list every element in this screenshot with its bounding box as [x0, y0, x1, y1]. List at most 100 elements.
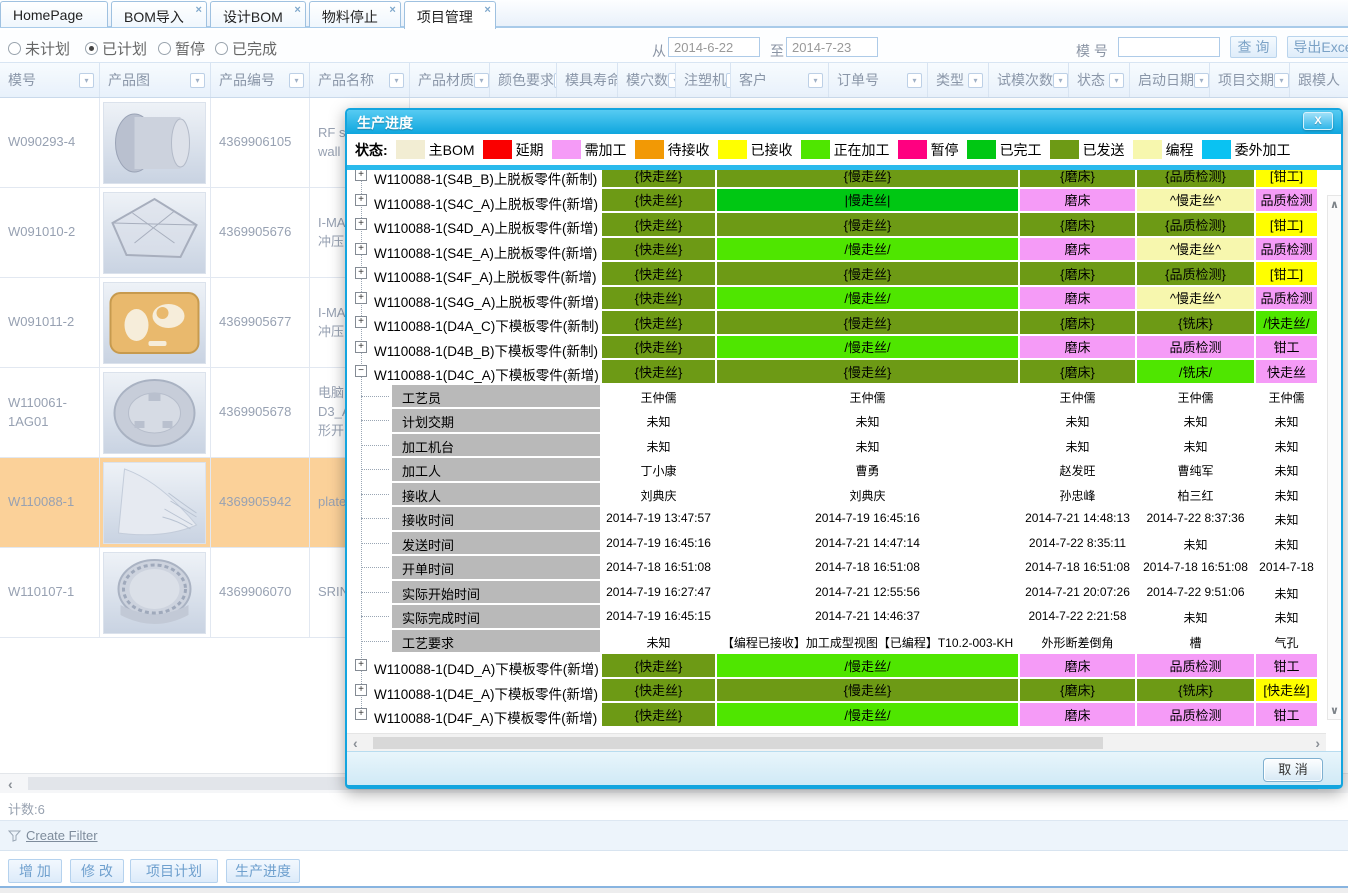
process-status-cell: /慢走丝/ [717, 238, 1018, 261]
dialog-vertical-scrollbar[interactable]: ∧ ∨ [1327, 195, 1342, 720]
process-tree-row[interactable]: +W110088-1(S4F_A)上脱板零件(新增){快走丝}{慢走丝}{磨床}… [347, 262, 1341, 287]
filter-dropdown-icon[interactable]: ▾ [907, 73, 922, 88]
detail-value-cell: 未知 [1020, 409, 1135, 432]
mold-search-input[interactable] [1118, 37, 1220, 57]
expand-icon[interactable]: + [355, 708, 367, 720]
column-header-颜色要求[interactable]: 颜色要求▾ [490, 63, 557, 97]
expand-icon[interactable]: + [355, 292, 367, 304]
process-tree-row[interactable]: −W110088-1(D4C_A)下模板零件(新增){快走丝}{慢走丝}{磨床}… [347, 360, 1341, 385]
column-header-项目交期[interactable]: 项目交期▾ [1210, 63, 1290, 97]
filter-dropdown-icon[interactable]: ▾ [1274, 73, 1289, 88]
dialog-horizontal-scrollbar[interactable]: ‹ › [347, 733, 1326, 751]
process-tree-row[interactable]: +W110088-1(D4F_A)下模板零件(新增){快走丝}/慢走丝/磨床品质… [347, 703, 1341, 728]
detail-field-label: 接收时间 [392, 507, 600, 530]
search-button[interactable]: 查 询 [1230, 36, 1277, 58]
expand-icon[interactable]: + [355, 267, 367, 279]
date-from-input[interactable] [668, 37, 760, 57]
scroll-down-icon[interactable]: ∨ [1328, 704, 1341, 717]
radio-dot-icon[interactable] [215, 42, 228, 55]
tab-设计BOM[interactable]: 设计BOM× [210, 1, 306, 27]
radio-已计划[interactable]: 已计划 [85, 38, 147, 59]
expand-icon[interactable]: + [355, 341, 367, 353]
filter-dropdown-icon[interactable]: ▾ [79, 73, 94, 88]
cancel-button[interactable]: 取 消 [1263, 758, 1323, 782]
expand-icon[interactable]: + [355, 659, 367, 671]
export-excel-button[interactable]: 导出Excel [1287, 36, 1348, 58]
column-header-类型[interactable]: 类型▾ [928, 63, 989, 97]
expand-icon[interactable]: + [355, 316, 367, 328]
tab-BOM导入[interactable]: BOM导入× [111, 1, 207, 27]
tab-物料停止[interactable]: 物料停止× [309, 1, 401, 27]
column-header-模具寿命[interactable]: 模具寿命▾ [557, 63, 618, 97]
tab-close-icon[interactable]: × [484, 4, 490, 16]
process-tree-row[interactable]: +W110088-1(D4D_A)下模板零件(新增){快走丝}/慢走丝/磨床品质… [347, 654, 1341, 679]
column-header-订单号[interactable]: 订单号▾ [829, 63, 928, 97]
radio-已完成[interactable]: 已完成 [215, 38, 277, 59]
scroll-left-icon[interactable]: ‹ [353, 734, 358, 752]
process-status-cell: {磨床} [1020, 360, 1135, 383]
column-header-注塑机[interactable]: 注塑机▾ [676, 63, 731, 97]
tab-close-icon[interactable]: × [294, 4, 300, 16]
column-header-产品编号[interactable]: 产品编号▾ [211, 63, 310, 97]
expand-icon[interactable]: + [355, 218, 367, 230]
process-tree-row[interactable]: +W110088-1(S4G_A)上脱板零件(新增){快走丝}/慢走丝/磨床^慢… [347, 287, 1341, 312]
radio-dot-icon[interactable] [8, 42, 21, 55]
scroll-left-icon[interactable]: ‹ [8, 775, 13, 793]
filter-dropdown-icon[interactable]: ▾ [1053, 73, 1068, 88]
add-button[interactable]: 增 加 [8, 859, 62, 883]
scroll-up-icon[interactable]: ∧ [1328, 198, 1341, 211]
tab-close-icon[interactable]: × [196, 4, 202, 16]
column-header-跟模人[interactable]: 跟模人 [1290, 63, 1348, 97]
project-plan-button[interactable]: 项目计划 [130, 859, 218, 883]
process-detail-row: 开单时间2014-7-18 16:51:082014-7-18 16:51:08… [347, 556, 1341, 581]
expand-icon[interactable]: + [355, 684, 367, 696]
filter-dropdown-icon[interactable]: ▾ [1194, 73, 1209, 88]
date-to-input[interactable] [786, 37, 878, 57]
column-header-产品图[interactable]: 产品图▾ [100, 63, 211, 97]
detail-field-label: 工艺员 [392, 385, 600, 408]
column-header-产品材质[interactable]: 产品材质▾ [410, 63, 490, 97]
radio-未计划[interactable]: 未计划 [8, 38, 70, 59]
column-header-试模次数[interactable]: 试模次数▾ [989, 63, 1069, 97]
radio-暂停[interactable]: 暂停 [158, 38, 205, 59]
modify-button[interactable]: 修 改 [70, 859, 124, 883]
process-tree-row[interactable]: +W110088-1(D4A_C)下模板零件(新制){快走丝}{慢走丝}{磨床}… [347, 311, 1341, 336]
column-header-产品名称[interactable]: 产品名称▾ [310, 63, 410, 97]
process-tree-row[interactable]: +W110088-1(S4C_A)上脱板零件(新增){快走丝}|慢走丝|磨床^慢… [347, 189, 1341, 214]
process-status-cell: {快走丝} [602, 336, 715, 359]
filter-dropdown-icon[interactable]: ▾ [289, 73, 304, 88]
column-header-模穴数[interactable]: 模穴数▾ [618, 63, 676, 97]
filter-dropdown-icon[interactable]: ▾ [1109, 73, 1124, 88]
collapse-icon[interactable]: − [355, 365, 367, 377]
column-header-模号[interactable]: 模号▾ [0, 63, 100, 97]
filter-dropdown-icon[interactable]: ▾ [968, 73, 983, 88]
process-tree-row[interactable]: +W110088-1(D4E_A)下模板零件(新增){快走丝}{慢走丝}{磨床}… [347, 679, 1341, 704]
create-filter-link[interactable]: Create Filter [26, 828, 98, 843]
dialog-scroll-thumb[interactable] [373, 737, 1103, 749]
record-count: 计数:6 [8, 802, 45, 817]
column-header-状态[interactable]: 状态▾ [1069, 63, 1130, 97]
radio-dot-icon[interactable] [85, 42, 98, 55]
scroll-right-icon[interactable]: › [1315, 734, 1320, 752]
process-tree-row[interactable]: +W110088-1(S4E_A)上脱板零件(新增){快走丝}/慢走丝/磨床^慢… [347, 238, 1341, 263]
radio-dot-icon[interactable] [158, 42, 171, 55]
expand-icon[interactable]: + [355, 194, 367, 206]
expand-icon[interactable]: + [355, 243, 367, 255]
filter-dropdown-icon[interactable]: ▾ [389, 73, 404, 88]
process-tree-row[interactable]: +W110088-1(S4D_A)上脱板零件(新增){快走丝}{慢走丝}{磨床}… [347, 213, 1341, 238]
filter-dropdown-icon[interactable]: ▾ [668, 73, 676, 88]
process-tree-row[interactable]: +W110088-1(D4B_B)下模板零件(新制){快走丝}/慢走丝/磨床品质… [347, 336, 1341, 361]
close-icon[interactable]: X [1303, 112, 1333, 130]
tab-项目管理[interactable]: 项目管理× [404, 1, 496, 29]
filter-dropdown-icon[interactable]: ▾ [474, 73, 489, 88]
process-tree-row[interactable]: +W110088-1(S4B_B)上脱板零件(新制){快走丝}{慢走丝}{磨床}… [347, 170, 1341, 189]
column-header-客户[interactable]: 客户▾ [731, 63, 829, 97]
column-header-启动日期[interactable]: 启动日期▾ [1130, 63, 1210, 97]
tab-close-icon[interactable]: × [389, 4, 395, 16]
production-progress-button[interactable]: 生产进度 [226, 859, 300, 883]
tab-HomePage[interactable]: HomePage [0, 1, 108, 27]
filter-dropdown-icon[interactable]: ▾ [808, 73, 823, 88]
filter-dropdown-icon[interactable]: ▾ [190, 73, 205, 88]
process-status-cell: 磨床 [1020, 189, 1135, 212]
expand-icon[interactable]: + [355, 170, 367, 181]
